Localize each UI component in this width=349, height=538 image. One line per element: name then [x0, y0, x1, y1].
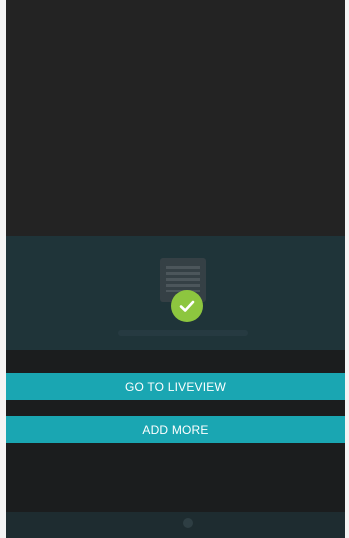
- checkmark-icon: [171, 290, 203, 322]
- add-more-button[interactable]: ADD MORE: [6, 416, 345, 443]
- home-icon[interactable]: [183, 518, 193, 528]
- device-thumbnail-graphic: [166, 266, 200, 292]
- right-edge: [345, 0, 349, 538]
- blurred-caption: [118, 330, 248, 336]
- go-to-liveview-button[interactable]: GO TO LIVEVIEW: [6, 373, 345, 400]
- app-screen: GO TO LIVEVIEW ADD MORE: [0, 0, 349, 538]
- checkmark-glyph: [179, 300, 195, 312]
- dimmed-background: [6, 0, 345, 236]
- navigation-bar: [6, 512, 345, 538]
